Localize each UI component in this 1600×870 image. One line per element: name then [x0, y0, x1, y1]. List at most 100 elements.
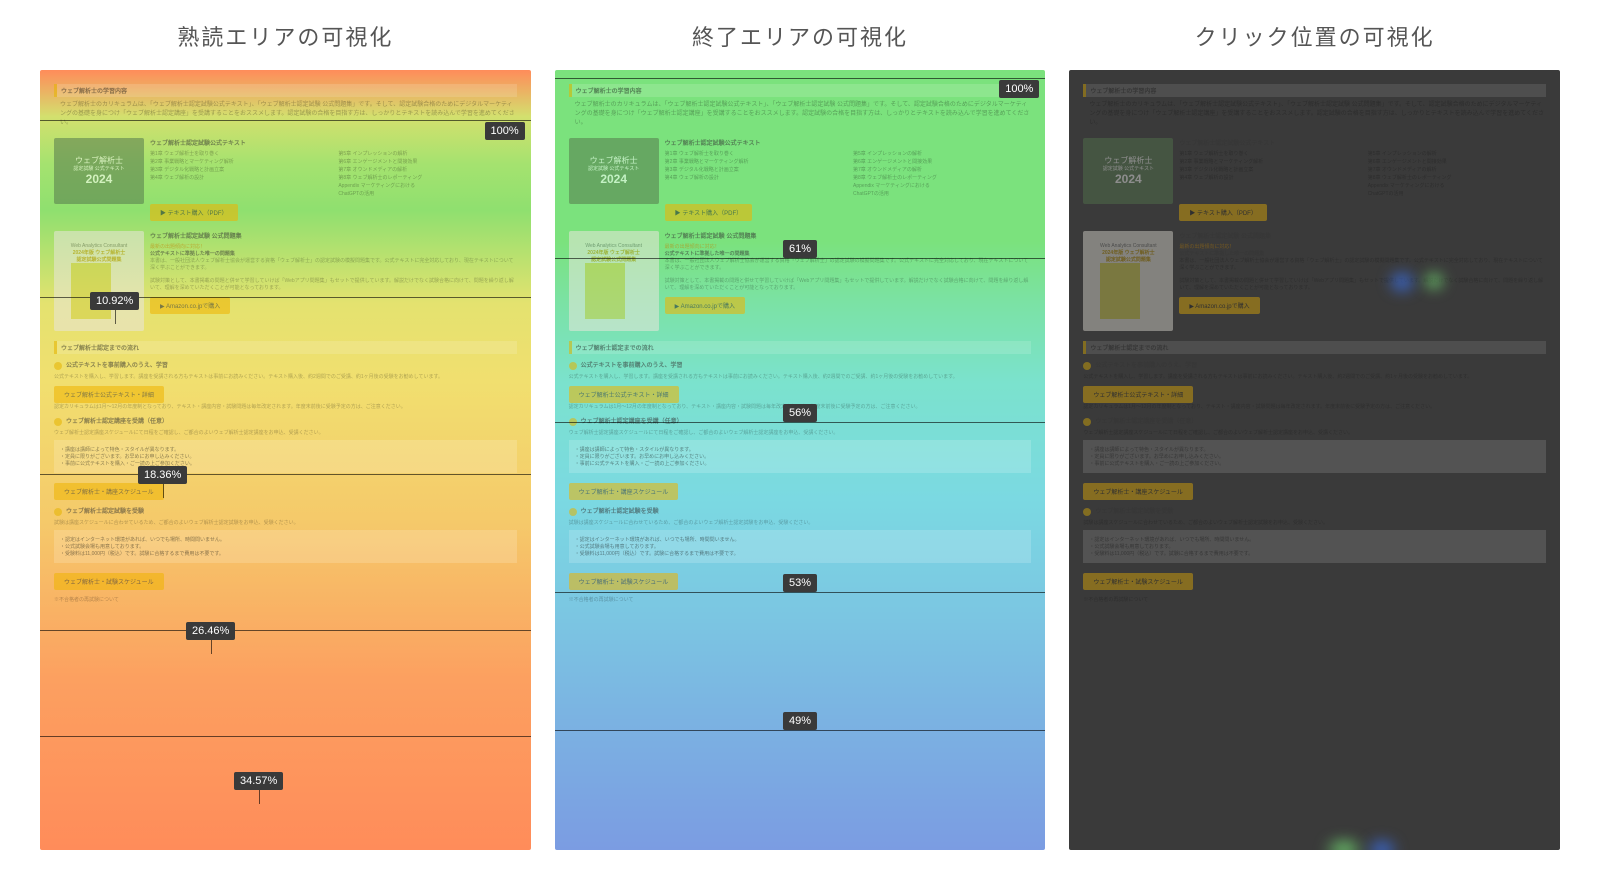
workbook-year2: 認定試験公式問題集: [71, 256, 128, 263]
workbook-thumb: Web Analytics Consultant 2024年版 ウェブ解析士 認…: [1083, 231, 1173, 331]
flow-step-3-box: ・認定はインターネット環境があれば、いつでも場所、時間問いません。 ・公式試験会…: [54, 530, 517, 563]
study-body: ウェブ解析士のカリキュラムは、「ウェブ解析士認定試験公式テキスト」、「ウェブ解析…: [1083, 101, 1546, 128]
col-read: 熟読エリアの可視化 ウェブ解析士の学習内容 ウェブ解析士のカリキュラムは、「ウェ…: [40, 20, 531, 850]
flow-heading: ウェブ解析士認定までの流れ: [1083, 341, 1546, 354]
flow-foot: ※不合格者の再試験について: [54, 596, 517, 603]
textbook-sub: 認定試験 公式テキスト: [73, 166, 124, 172]
pct-read-top: 100%: [485, 122, 525, 140]
btn-workbook-buy[interactable]: ▶ Amazon.co.jpで購入: [1179, 297, 1259, 314]
flow-step-2-box: ・講座は講師によって特色・スタイルが異なります。 ・定員に限りがございます。お早…: [569, 440, 1032, 473]
btn-textbook-buy[interactable]: ▶ テキスト購入（PDF）: [1179, 204, 1267, 221]
workbook-thumb: Web Analytics Consultant 2024年版 ウェブ解析士 認…: [569, 231, 659, 331]
workbook-year: 2024年版 ウェブ解析士: [1100, 249, 1157, 256]
flow-step-2: ウェブ解析士認定講座を受講（任意）: [54, 416, 517, 425]
read-tick: [115, 310, 116, 324]
btn-flow-3[interactable]: ウェブ解析士・試験スケジュール: [54, 573, 164, 590]
textbook-thumb: ウェブ解析士 認定試験 公式テキスト 2024: [54, 138, 144, 204]
flow-step-3: ウェブ解析士認定試験を受験: [569, 506, 1032, 515]
toc-left: 第1章 ウェブ解析士を取り巻く 第2章 事業戦略とマーケティング解析 第3章 デ…: [665, 150, 843, 198]
workbook-tag: 最新の出題傾向に対応！: [665, 243, 1032, 250]
toc-left: 第1章 ウェブ解析士を取り巻く 第2章 事業戦略とマーケティング解析 第3章 デ…: [150, 150, 328, 198]
btn-flow-1[interactable]: ウェブ解析士公式テキスト・詳細: [1083, 386, 1193, 403]
col-click: クリック位置の可視化 ウェブ解析士の学習内容 ウェブ解析士のカリキュラムは、「ウ…: [1069, 20, 1560, 850]
read-hline: [40, 474, 531, 475]
flow-heading: ウェブ解析士認定までの流れ: [54, 341, 517, 354]
study-heading: ウェブ解析士の学習内容: [569, 84, 1032, 97]
heatmap-three-up: 熟読エリアの可視化 ウェブ解析士の学習内容 ウェブ解析士のカリキュラムは、「ウェ…: [40, 20, 1560, 850]
read-hline: [40, 736, 531, 737]
workbook-body: 本書は、一般社団法人ウェブ解析士協会が運営する資格「ウェブ解析士」の認定試験の模…: [665, 257, 1032, 291]
textbook-year: 2024: [588, 172, 639, 186]
btn-textbook-buy[interactable]: ▶ テキスト購入（PDF）: [665, 204, 753, 221]
flow-step-1-body: 公式テキストを購入し、学習します。講座を受講される方もテキストは事前にお読みくだ…: [569, 373, 1032, 380]
textbook-card: ウェブ解析士 認定試験 公式テキスト 2024 ウェブ解析士認定試験公式テキスト…: [54, 138, 517, 221]
workbook-sub: 公式テキストに準拠した唯一の問題集: [150, 250, 517, 257]
read-tick: [259, 790, 260, 804]
workbook-card: Web Analytics Consultant 2024年版 ウェブ解析士 認…: [54, 231, 517, 331]
flow-step-3: ウェブ解析士認定試験を受験: [54, 506, 517, 515]
btn-flow-2[interactable]: ウェブ解析士・講座スケジュール: [54, 483, 164, 500]
textbook-brand: ウェブ解析士: [1103, 156, 1154, 166]
read-hline: [40, 630, 531, 631]
col-click-title: クリック位置の可視化: [1069, 20, 1560, 52]
flow-step-1-note: 認定カリキュラムは1月〜12月の年度制となっており、テキスト・講座内容・試験問題…: [54, 403, 517, 410]
workbook-card: Web Analytics Consultant 2024年版 ウェブ解析士 認…: [1083, 231, 1546, 331]
panel-read: ウェブ解析士の学習内容 ウェブ解析士のカリキュラムは、「ウェブ解析士認定試験公式…: [40, 70, 531, 850]
pct-exit-4: 49%: [783, 712, 817, 730]
textbook-thumb: ウェブ解析士 認定試験 公式テキスト 2024: [569, 138, 659, 204]
workbook-body: 本書は、一般社団法人ウェブ解析士協会が運営する資格「ウェブ解析士」の認定試験の模…: [1179, 257, 1546, 291]
flow-step-2-box: ・講座は講師によって特色・スタイルが異なります。 ・定員に限りがございます。お早…: [54, 440, 517, 473]
pct-read-4: 34.57%: [234, 772, 283, 790]
toc-right: 第5章 インプレッションの解析 第6章 エンゲージメントと間接効果 第7章 オウ…: [1368, 150, 1546, 198]
workbook-tag: 最新の出題傾向に対応！: [150, 243, 517, 250]
textbook-card: ウェブ解析士 認定試験 公式テキスト 2024 ウェブ解析士認定試験公式テキスト…: [1083, 138, 1546, 221]
btn-flow-1[interactable]: ウェブ解析士公式テキスト・詳細: [54, 386, 164, 403]
flow-step-1: 公式テキストを事前購入のうえ、学習: [1083, 360, 1546, 369]
flow-step-2-body: ウェブ解析士認定講座スケジュールにて日程をご確認し、ご都合のよいウェブ解析士認定…: [1083, 429, 1546, 436]
col-exit-title: 終了エリアの可視化: [555, 20, 1046, 52]
btn-workbook-buy[interactable]: ▶ Amazon.co.jpで購入: [150, 297, 230, 314]
pct-read-2: 18.36%: [138, 466, 187, 484]
workbook-sub: 公式テキストに準拠した唯一の問題集: [1179, 250, 1546, 257]
flow-foot: ※不合格者の再試験について: [1083, 596, 1546, 603]
textbook-year: 2024: [1103, 172, 1154, 186]
btn-textbook-buy[interactable]: ▶ テキスト購入（PDF）: [150, 204, 238, 221]
toc-left: 第1章 ウェブ解析士を取り巻く 第2章 事業戦略とマーケティング解析 第3章 デ…: [1179, 150, 1357, 198]
flow-step-2: ウェブ解析士認定講座を受講（任意）: [1083, 416, 1546, 425]
textbook-title: ウェブ解析士認定試験公式テキスト: [1179, 138, 1546, 147]
pct-exit-2: 56%: [783, 404, 817, 422]
btn-workbook-buy[interactable]: ▶ Amazon.co.jpで購入: [665, 297, 745, 314]
workbook-title: ウェブ解析士認定試験 公式問題集: [1179, 231, 1546, 240]
study-body: ウェブ解析士のカリキュラムは、「ウェブ解析士認定試験公式テキスト」、「ウェブ解析…: [54, 101, 517, 128]
study-heading: ウェブ解析士の学習内容: [54, 84, 517, 97]
flow-step-3-body: 試験は講座スケジュールに合わせているため、ご都合のよいウェブ解析士認定試験をお申…: [1083, 519, 1546, 526]
read-tick: [163, 484, 164, 498]
flow-step-1: 公式テキストを事前購入のうえ、学習: [54, 360, 517, 369]
workbook-title: ウェブ解析士認定試験 公式問題集: [665, 231, 1032, 240]
textbook-sub: 認定試験 公式テキスト: [588, 166, 639, 172]
btn-flow-3[interactable]: ウェブ解析士・試験スケジュール: [1083, 573, 1193, 590]
workbook-body: 本書は、一般社団法人ウェブ解析士協会が運営する資格「ウェブ解析士」の認定試験の模…: [150, 257, 517, 291]
flow-foot: ※不合格者の再試験について: [569, 596, 1032, 603]
flow-heading: ウェブ解析士認定までの流れ: [569, 341, 1032, 354]
read-tick: [211, 640, 212, 654]
flow-step-3: ウェブ解析士認定試験を受験: [1083, 506, 1546, 515]
btn-flow-1[interactable]: ウェブ解析士公式テキスト・詳細: [569, 386, 679, 403]
flow-step-3-box: ・認定はインターネット環境があれば、いつでも場所、時間問いません。 ・公式試験会…: [1083, 530, 1546, 563]
btn-flow-2[interactable]: ウェブ解析士・講座スケジュール: [569, 483, 679, 500]
flow-step-3-box: ・認定はインターネット環境があれば、いつでも場所、時間問いません。 ・公式試験会…: [569, 530, 1032, 563]
textbook-title: ウェブ解析士認定試験公式テキスト: [665, 138, 1032, 147]
textbook-brand: ウェブ解析士: [588, 156, 639, 166]
page-mock-read: ウェブ解析士の学習内容 ウェブ解析士のカリキュラムは、「ウェブ解析士認定試験公式…: [40, 70, 531, 850]
btn-flow-2[interactable]: ウェブ解析士・講座スケジュール: [1083, 483, 1193, 500]
panel-click: ウェブ解析士の学習内容 ウェブ解析士のカリキュラムは、「ウェブ解析士認定試験公式…: [1069, 70, 1560, 850]
workbook-year: 2024年版 ウェブ解析士: [585, 249, 642, 256]
btn-flow-3[interactable]: ウェブ解析士・試験スケジュール: [569, 573, 679, 590]
toc-right: 第5章 インプレッションの解析 第6章 エンゲージメントと間接効果 第7章 オウ…: [338, 150, 516, 198]
flow-step-2-body: ウェブ解析士認定講座スケジュールにて日程をご確認し、ご都合のよいウェブ解析士認定…: [54, 429, 517, 436]
flow-step-1-body: 公式テキストを購入し、学習します。講座を受講される方もテキストは事前にお読みくだ…: [54, 373, 517, 380]
textbook-thumb: ウェブ解析士 認定試験 公式テキスト 2024: [1083, 138, 1173, 204]
read-hline: [40, 120, 531, 121]
flow-step-2-body: ウェブ解析士認定講座スケジュールにて日程をご確認し、ご都合のよいウェブ解析士認定…: [569, 429, 1032, 436]
textbook-title: ウェブ解析士認定試験公式テキスト: [150, 138, 517, 147]
